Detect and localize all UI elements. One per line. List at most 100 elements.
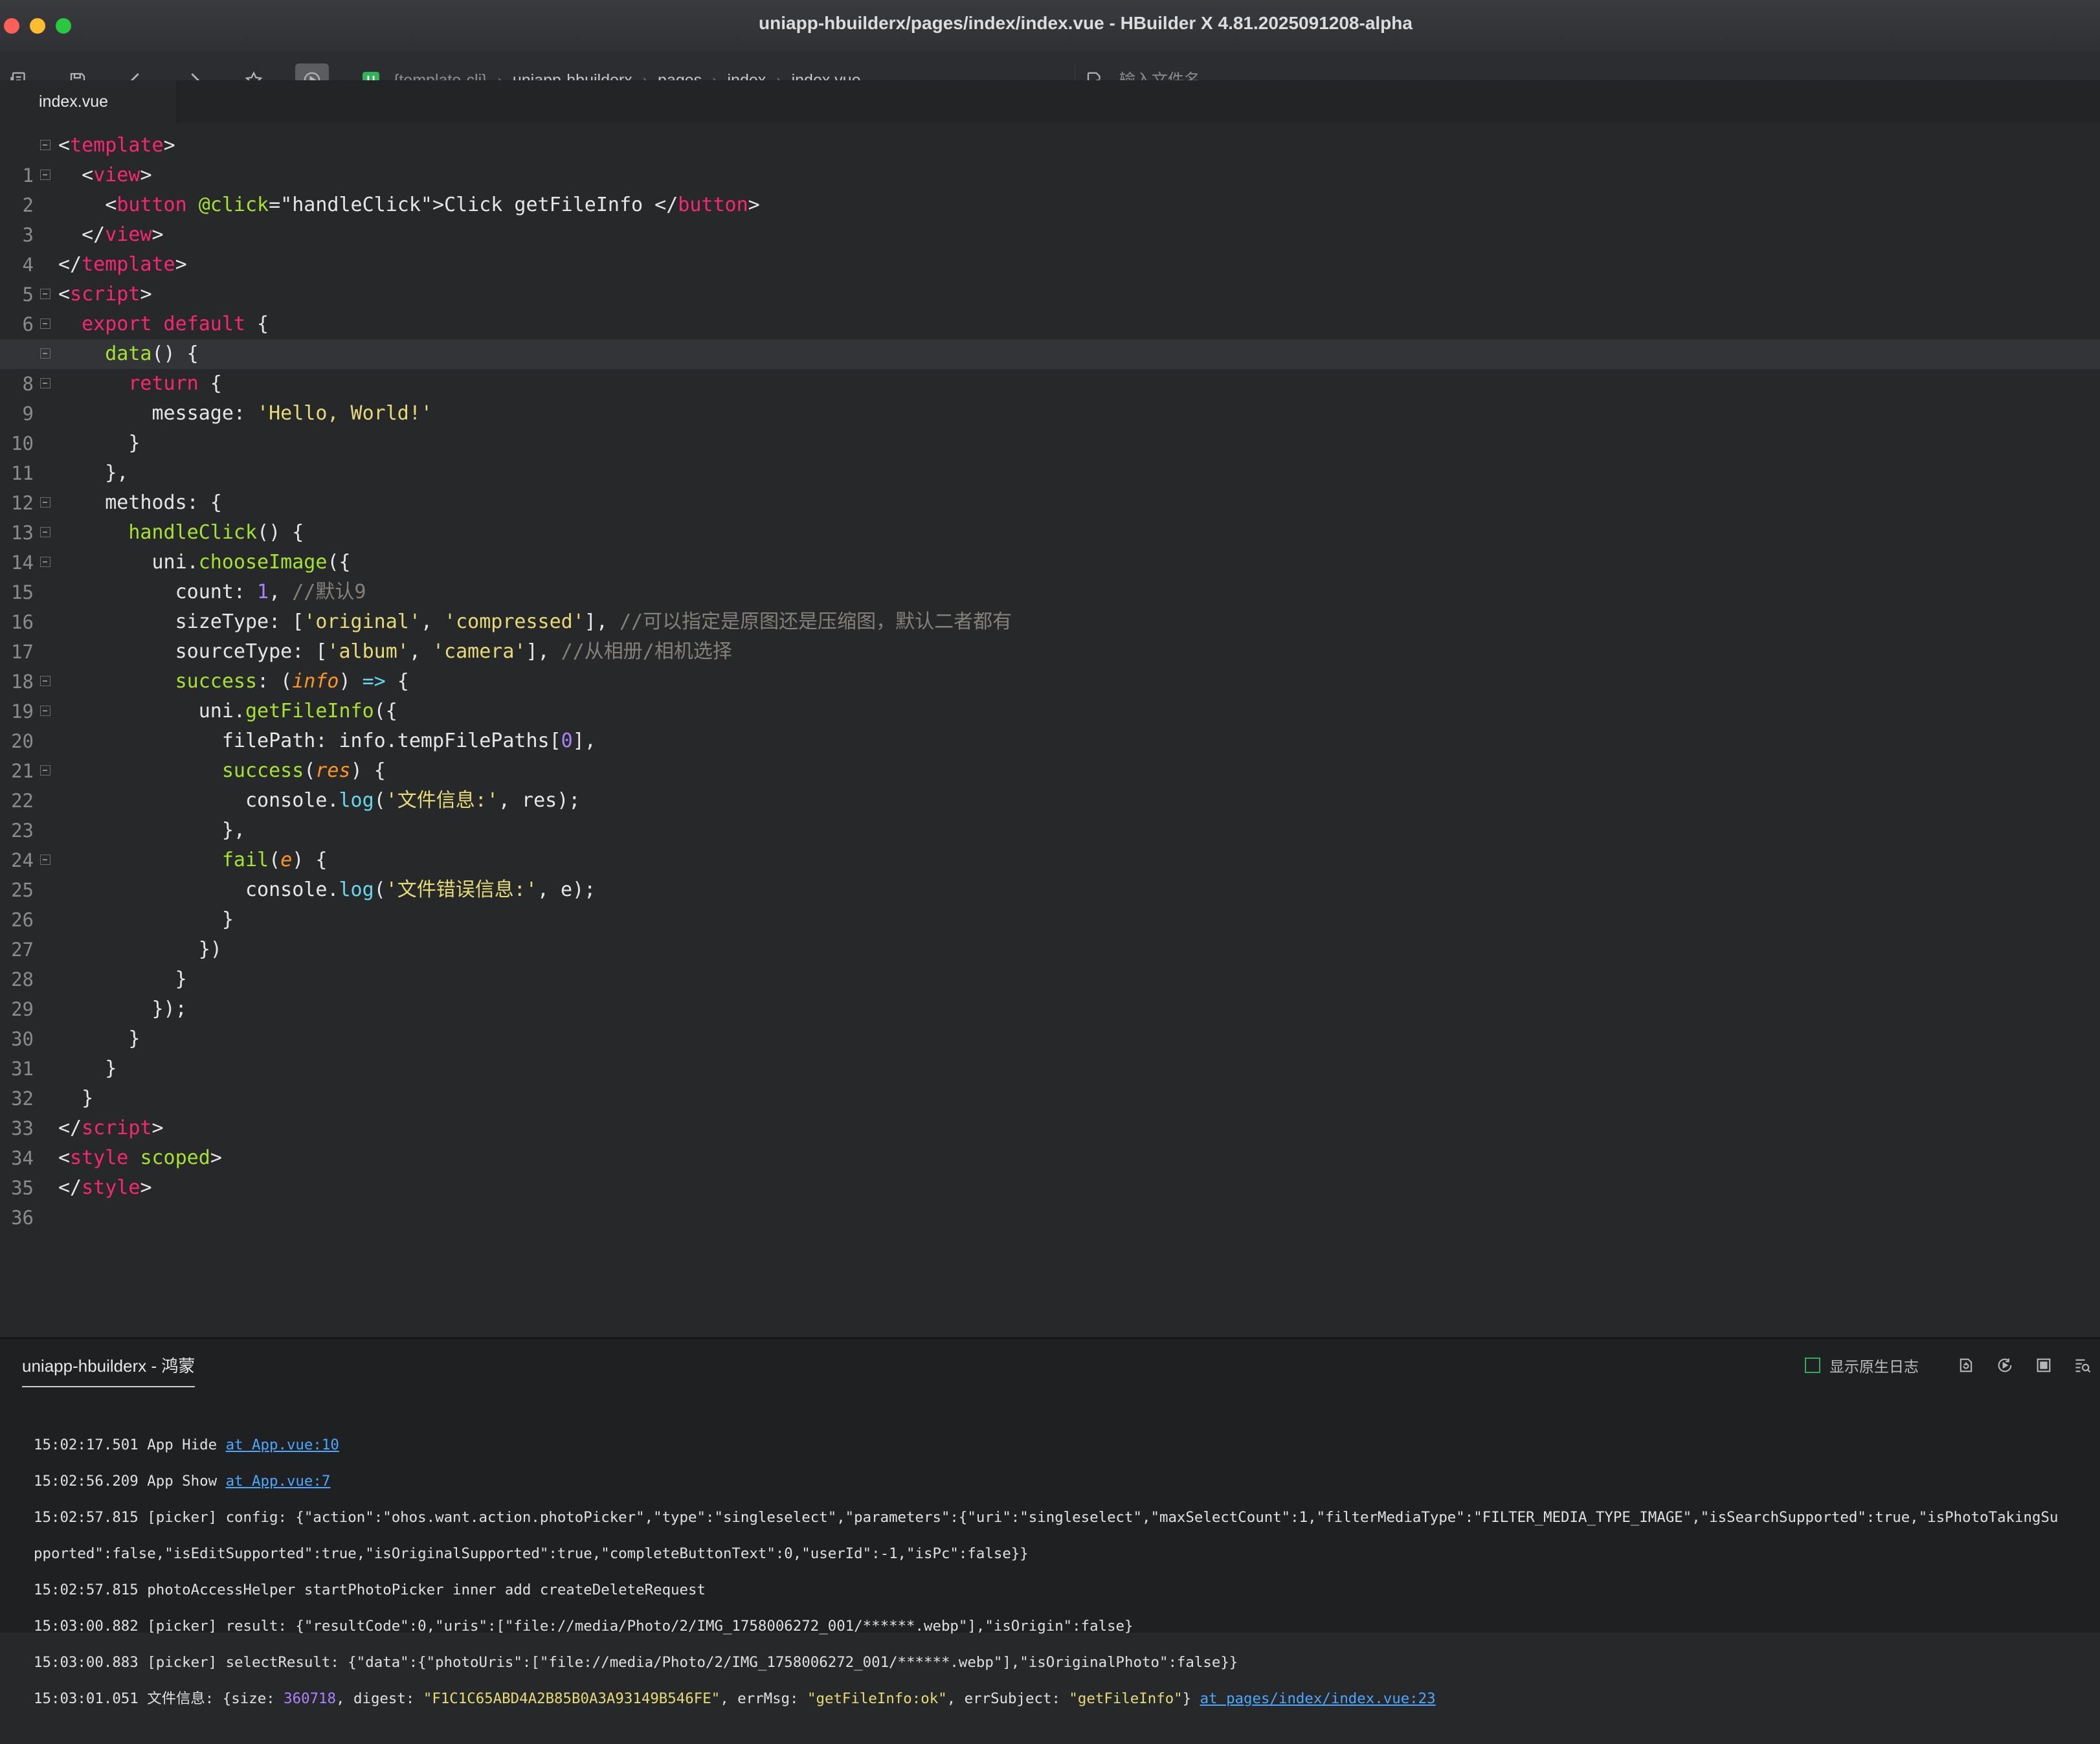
code-line[interactable]: 13 methods: { bbox=[0, 488, 2100, 544]
log-line: 15:03:00.883 [picker] selectResult: {"da… bbox=[34, 1654, 1238, 1671]
stop-icon[interactable] bbox=[2033, 1354, 2055, 1376]
code-content: fail(e) { bbox=[221, 849, 328, 871]
fold-icon[interactable] bbox=[40, 676, 50, 686]
fold-icon[interactable] bbox=[40, 348, 50, 359]
code-line[interactable]: 1 <template> bbox=[0, 131, 2100, 186]
clear-console-icon[interactable] bbox=[1955, 1354, 1977, 1376]
editor-tab-bar: index.vue bbox=[0, 80, 2100, 123]
code-line[interactable]: 33 } bbox=[0, 1084, 2100, 1139]
code-content: }, bbox=[58, 819, 245, 842]
code-content: } bbox=[58, 1027, 140, 1050]
log-source-link[interactable]: at App.vue:10 bbox=[226, 1437, 339, 1453]
tab-index-vue[interactable]: index.vue bbox=[0, 80, 177, 123]
log-line: 15:02:56.209 App Show at App.vue:7 bbox=[34, 1473, 331, 1490]
native-log-label: 显示原生日志 bbox=[1829, 1358, 1919, 1375]
code-content: }) bbox=[58, 938, 222, 961]
log-line: 15:03:00.882 [picker] result: {"resultCo… bbox=[34, 1618, 1134, 1635]
console-panel: uniapp-hbuilderx - 鸿蒙 显示原生日志 15:02:17.50… bbox=[0, 1337, 2100, 1707]
code-content: </style> bbox=[58, 1176, 152, 1199]
code-content: success(res) { bbox=[221, 759, 386, 782]
code-line[interactable]: 17 sizeType: ['original', 'compressed'],… bbox=[0, 607, 2100, 663]
code-editor[interactable]: 1 <template> 2 <view> 3 <button @click="… bbox=[0, 123, 2100, 1337]
code-line[interactable]: 34 </script> bbox=[0, 1113, 2100, 1169]
code-content: }); bbox=[58, 998, 187, 1020]
fold-icon[interactable] bbox=[40, 378, 50, 388]
code-content: <button @click="handleClick">Click getFi… bbox=[58, 194, 760, 216]
code-line[interactable]: 19 success: (info) => { bbox=[0, 667, 2100, 722]
code-line[interactable]: 14 handleClick() { bbox=[0, 518, 2100, 574]
console-toolbar: 显示原生日志 bbox=[1805, 1354, 2094, 1376]
code-content: <template> bbox=[58, 134, 175, 157]
log-line: pported":false,"isEditSupported":true,"i… bbox=[34, 1545, 1029, 1562]
code-line[interactable]: 26 console.log('文件错误信息:', e); bbox=[0, 875, 2100, 931]
fold-icon[interactable] bbox=[40, 497, 50, 508]
line-number: 36 bbox=[11, 1207, 34, 1229]
log-source-link[interactable]: at pages/index/index.vue:23 bbox=[1200, 1690, 1436, 1707]
code-line[interactable]: 2 <view> bbox=[0, 161, 2100, 216]
filter-log-icon[interactable] bbox=[2072, 1354, 2094, 1376]
code-line[interactable]: 29 } bbox=[0, 965, 2100, 1020]
code-content: <script> bbox=[58, 283, 152, 306]
restart-icon[interactable] bbox=[1994, 1354, 2016, 1376]
window-title: uniapp-hbuilderx/pages/index/index.vue -… bbox=[759, 13, 1413, 33]
code-content: <style scoped> bbox=[58, 1146, 222, 1169]
code-content: console.log('文件信息:', res); bbox=[58, 789, 581, 812]
code-line[interactable]: 35 <style scoped> bbox=[0, 1143, 2100, 1199]
code-line[interactable]: 20 uni.getFileInfo({ bbox=[0, 697, 2100, 752]
code-content: uni.chooseImage({ bbox=[58, 551, 351, 574]
native-log-checkbox[interactable] bbox=[1805, 1358, 1820, 1373]
title-bar: uniapp-hbuilderx/pages/index/index.vue -… bbox=[0, 0, 2100, 52]
code-line[interactable]: 9 return { bbox=[0, 369, 2100, 425]
code-content: </script> bbox=[58, 1117, 164, 1139]
log-source-link[interactable]: at App.vue:7 bbox=[226, 1473, 331, 1490]
code-line[interactable]: 28 }) bbox=[0, 935, 2100, 990]
code-line[interactable]: 21 filePath: info.tempFilePaths[0], bbox=[0, 726, 2100, 782]
code-content: console.log('文件错误信息:', e); bbox=[58, 878, 596, 901]
code-line-current[interactable]: 8 data() { bbox=[0, 339, 2100, 395]
code-line[interactable]: 16 count: 1, //默认9 bbox=[0, 577, 2100, 633]
code-line[interactable]: 5 </template> bbox=[0, 250, 2100, 306]
fold-icon[interactable] bbox=[40, 289, 50, 299]
code-content: } bbox=[58, 968, 187, 990]
code-content: } bbox=[58, 908, 234, 931]
code-content: </template> bbox=[58, 253, 187, 276]
fold-icon[interactable] bbox=[40, 527, 50, 537]
code-line[interactable]: 18 sourceType: ['album', 'camera'], //从相… bbox=[0, 637, 2100, 693]
code-line[interactable]: 31 } bbox=[0, 1024, 2100, 1080]
code-content: filePath: info.tempFilePaths[0], bbox=[58, 730, 596, 752]
code-line[interactable]: 32 } bbox=[0, 1054, 2100, 1110]
code-content: return { bbox=[128, 372, 222, 395]
fold-icon[interactable] bbox=[40, 557, 50, 567]
code-line[interactable]: 3 <button @click="handleClick">Click get… bbox=[0, 190, 2100, 246]
code-line[interactable]: 10 message: 'Hello, World!' bbox=[0, 399, 2100, 454]
code-line[interactable]: 30 }); bbox=[0, 994, 2100, 1050]
console-tab[interactable]: uniapp-hbuilderx - 鸿蒙 bbox=[22, 1353, 195, 1387]
log-line: 15:03:01.051 文件信息: {size: 360718, digest… bbox=[34, 1690, 1436, 1707]
code-content: data() { bbox=[105, 342, 199, 365]
code-line[interactable]: 24 }, bbox=[0, 816, 2100, 871]
code-line[interactable]: 11 } bbox=[0, 429, 2100, 484]
code-line[interactable]: 27 } bbox=[0, 905, 2100, 961]
fold-icon[interactable] bbox=[40, 706, 50, 716]
fold-icon[interactable] bbox=[40, 765, 50, 776]
fold-icon[interactable] bbox=[40, 319, 50, 329]
code-lines: 1 <template> 2 <view> 3 <button @click="… bbox=[0, 131, 2100, 1229]
code-content: } bbox=[58, 432, 140, 454]
code-content: sourceType: ['album', 'camera'], //从相册/相… bbox=[58, 640, 732, 663]
fold-icon[interactable] bbox=[40, 170, 50, 180]
code-line[interactable]: 22 success(res) { bbox=[0, 756, 2100, 812]
code-line[interactable]: 15 uni.chooseImage({ bbox=[0, 548, 2100, 603]
code-line[interactable]: 4 </view> bbox=[0, 220, 2100, 276]
code-line[interactable]: 36 </style> bbox=[0, 1173, 2100, 1229]
console-header: uniapp-hbuilderx - 鸿蒙 显示原生日志 bbox=[0, 1339, 2100, 1387]
fold-icon[interactable] bbox=[40, 140, 50, 150]
fold-icon[interactable] bbox=[40, 855, 50, 865]
code-content: handleClick() { bbox=[128, 521, 304, 544]
code-line[interactable]: 12 }, bbox=[0, 458, 2100, 514]
code-content: success: (info) => { bbox=[175, 670, 409, 693]
log-line: 15:02:57.815 photoAccessHelper startPhot… bbox=[34, 1582, 706, 1598]
code-line[interactable]: 6 <script> bbox=[0, 280, 2100, 335]
code-line[interactable]: 23 console.log('文件信息:', res); bbox=[0, 786, 2100, 842]
code-line[interactable]: 7 export default { bbox=[0, 309, 2100, 365]
code-line[interactable]: 25 fail(e) { bbox=[0, 845, 2100, 901]
